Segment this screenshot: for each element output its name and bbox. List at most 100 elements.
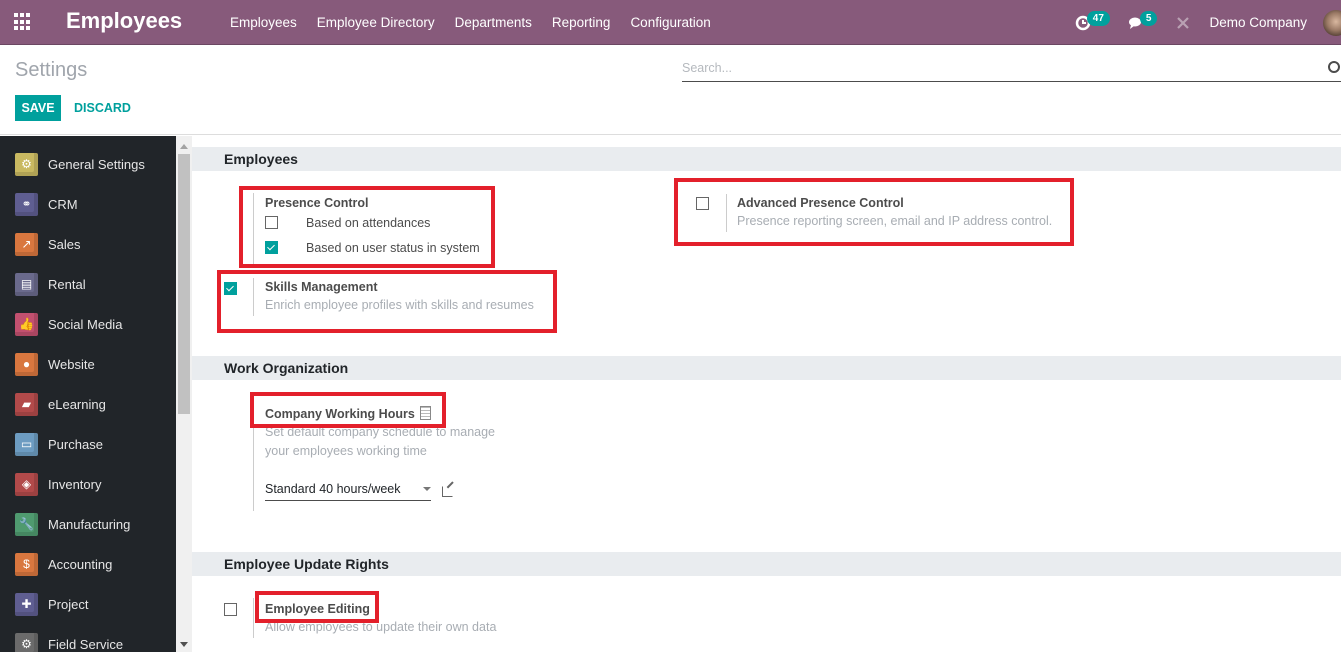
advanced-presence-title: Advanced Presence Control: [737, 196, 904, 210]
user-avatar[interactable]: [1323, 9, 1341, 36]
chevron-down-icon: [423, 487, 431, 491]
menu-departments[interactable]: Departments: [445, 15, 542, 30]
sidebar-item-label: Field Service: [48, 636, 124, 652]
messaging-menu[interactable]: 5: [1128, 11, 1158, 31]
chart-icon: ↗: [15, 232, 38, 256]
sidebar-item-label: Website: [48, 356, 95, 372]
breadcrumb-title: Settings: [15, 59, 88, 81]
sidebar-item-label: Social Media: [48, 316, 123, 332]
section-heading-update-rights: Employee Update Rights: [192, 552, 1341, 576]
sidebar-item-label: Rental: [48, 276, 86, 292]
divider: [253, 193, 254, 267]
menu-employees[interactable]: Employees: [220, 15, 307, 30]
credit-card-icon: ▭: [15, 432, 38, 456]
working-hours-title: Company Working Hours: [265, 406, 431, 421]
attendances-checkbox[interactable]: [265, 216, 278, 229]
search-input[interactable]: [682, 55, 1341, 81]
sidebar-scrollbar[interactable]: [176, 136, 192, 652]
scroll-thumb[interactable]: [178, 154, 190, 414]
section-heading-work-organization: Work Organization: [192, 356, 1341, 380]
sidebar-item-label: Manufacturing: [48, 516, 131, 532]
menu-employee-directory[interactable]: Employee Directory: [307, 15, 445, 30]
section-heading-employees: Employees: [192, 147, 1341, 171]
user-status-checkbox[interactable]: [265, 241, 278, 254]
main-menu: Employees Employee Directory Departments…: [220, 0, 721, 45]
attendances-label[interactable]: Based on attendances: [306, 216, 430, 230]
sidebar-item-label: Sales: [48, 236, 81, 252]
gear-icon: ⚙: [15, 152, 38, 176]
employee-editing-title: Employee Editing: [265, 602, 370, 616]
skills-checkbox[interactable]: [224, 282, 237, 295]
user-status-label[interactable]: Based on user status in system: [306, 241, 480, 255]
sidebar-item-label: CRM: [48, 196, 78, 212]
working-hours-select[interactable]: Standard 40 hours/week: [265, 479, 431, 501]
box-icon: ◈: [15, 472, 38, 496]
advanced-presence-description: Presence reporting screen, email and IP …: [737, 214, 1053, 228]
external-link-icon[interactable]: [442, 486, 453, 497]
divider: [253, 404, 254, 511]
activity-menu[interactable]: 47: [1075, 11, 1110, 31]
wrench-icon: 🔧: [15, 512, 38, 536]
discard-button[interactable]: DISCARD: [74, 95, 131, 121]
thumbs-up-icon: 👍: [15, 312, 38, 336]
advanced-presence-checkbox[interactable]: [696, 197, 709, 210]
sidebar-item-label: Purchase: [48, 436, 103, 452]
puzzle-icon: ✚: [15, 592, 38, 616]
elearning-icon: ▰: [15, 392, 38, 416]
employee-editing-description: Allow employees to update their own data: [265, 620, 497, 634]
control-panel: Settings SAVE DISCARD: [0, 45, 1341, 135]
message-count-badge: 5: [1139, 11, 1158, 26]
sidebar-item-manufacturing[interactable]: 🔧 Manufacturing: [15, 512, 130, 536]
field-service-icon: ⚙: [15, 632, 38, 652]
sidebar-item-project[interactable]: ✚ Project: [15, 592, 88, 616]
handshake-icon: ⚭: [15, 192, 38, 216]
skills-description: Enrich employee profiles with skills and…: [265, 298, 534, 312]
menu-reporting[interactable]: Reporting: [542, 15, 621, 30]
divider: [253, 278, 254, 316]
sidebar-item-label: Project: [48, 596, 89, 612]
sidebar-item-label: Accounting: [48, 556, 113, 572]
sidebar-item-crm[interactable]: ⚭ CRM: [15, 192, 78, 216]
building-icon: [419, 406, 431, 420]
presence-control-title: Presence Control: [265, 196, 369, 210]
rental-icon: ▤: [15, 272, 38, 296]
search-icon[interactable]: [1328, 61, 1340, 73]
sidebar-item-label: eLearning: [48, 396, 106, 412]
divider: [253, 598, 254, 638]
scroll-down-arrow-icon[interactable]: [180, 642, 188, 647]
working-hours-description-2: your employees working time: [265, 444, 427, 458]
working-hours-description-1: Set default company schedule to manage: [265, 425, 496, 439]
scroll-up-arrow-icon[interactable]: [180, 144, 188, 149]
working-hours-selected-value: Standard 40 hours/week: [265, 482, 401, 496]
sidebar-item-general-settings[interactable]: ⚙ General Settings: [15, 152, 145, 176]
sidebar-item-label: General Settings: [48, 156, 145, 172]
sidebar-item-label: Inventory: [48, 476, 102, 492]
save-button[interactable]: SAVE: [15, 95, 61, 121]
settings-content: Employees Presence Control Based on atte…: [192, 136, 1341, 652]
divider: [726, 194, 727, 232]
skills-title: Skills Management: [265, 280, 378, 294]
sidebar-item-purchase[interactable]: ▭ Purchase: [15, 432, 103, 456]
sidebar-item-inventory[interactable]: ◈ Inventory: [15, 472, 101, 496]
working-hours-title-text: Company Working Hours: [265, 407, 415, 421]
sidebar-item-social-media[interactable]: 👍 Social Media: [15, 312, 122, 336]
sidebar-item-field-service[interactable]: ⚙ Field Service: [15, 632, 123, 652]
sidebar-item-accounting[interactable]: $ Accounting: [15, 552, 112, 576]
systray: 47 5 Demo Company: [1075, 0, 1341, 45]
sidebar-item-sales[interactable]: ↗ Sales: [15, 232, 81, 256]
sidebar-item-rental[interactable]: ▤ Rental: [15, 272, 86, 296]
globe-icon: ●: [15, 352, 38, 376]
invoice-icon: $: [15, 552, 38, 576]
employee-editing-checkbox[interactable]: [224, 603, 237, 616]
debug-menu[interactable]: [1175, 15, 1191, 31]
sidebar-item-website[interactable]: ● Website: [15, 352, 95, 376]
tools-icon: [1177, 16, 1190, 29]
company-switcher[interactable]: Demo Company: [1209, 15, 1307, 30]
app-menu-grid-icon[interactable]: [14, 13, 32, 31]
top-navbar: Employees Employees Employee Directory D…: [0, 0, 1341, 45]
app-title: Employees: [66, 8, 183, 33]
search-bar: [682, 55, 1341, 82]
menu-configuration[interactable]: Configuration: [620, 15, 720, 30]
activity-count-badge: 47: [1086, 11, 1110, 26]
sidebar-item-elearning[interactable]: ▰ eLearning: [15, 392, 106, 416]
